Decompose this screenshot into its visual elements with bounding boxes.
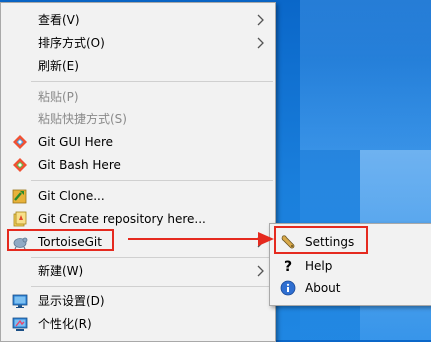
display-settings-icon xyxy=(12,294,28,308)
menu-item-label: TortoiseGit xyxy=(38,235,102,249)
submenu-item-label: Help xyxy=(305,259,333,273)
chevron-right-icon xyxy=(257,14,264,26)
menu-item-paste-shortcut[interactable]: 粘贴快捷方式(S) xyxy=(1,108,275,130)
menu-item-git-clone[interactable]: Git Clone... xyxy=(1,185,275,207)
settings-wrench-icon xyxy=(281,235,295,249)
menu-item-refresh[interactable]: 刷新(E) xyxy=(1,55,275,77)
menu-item-sort-by[interactable]: 排序方式(O) xyxy=(1,32,275,54)
menu-item-paste[interactable]: 粘贴(P) xyxy=(1,86,275,108)
menu-item-label: Git GUI Here xyxy=(38,135,114,149)
git-clone-icon xyxy=(12,189,27,204)
desktop-context-menu: 查看(V) 排序方式(O) 刷新(E) 粘贴(P) 粘贴快捷方式(S) Git … xyxy=(0,2,276,342)
git-create-repo-icon xyxy=(13,211,27,227)
menu-separator xyxy=(31,180,273,181)
desktop-light-beam xyxy=(300,60,431,150)
submenu-item-about[interactable]: About xyxy=(270,277,431,299)
menu-separator xyxy=(31,257,273,258)
menu-item-label: 排序方式(O) xyxy=(38,36,105,50)
svg-text:?: ? xyxy=(284,259,292,274)
chevron-right-icon xyxy=(257,37,264,49)
about-icon xyxy=(280,280,296,296)
submenu-item-label: Settings xyxy=(305,235,355,249)
submenu-item-help[interactable]: ? Help xyxy=(270,255,431,277)
menu-item-label: 查看(V) xyxy=(38,13,80,27)
menu-separator xyxy=(31,286,273,287)
menu-separator xyxy=(31,81,273,82)
menu-item-label: Git Create repository here... xyxy=(38,212,206,226)
git-gui-icon xyxy=(13,135,27,149)
menu-item-label: Git Bash Here xyxy=(38,158,121,172)
menu-item-display-settings[interactable]: 显示设置(D) xyxy=(1,290,275,312)
menu-item-view[interactable]: 查看(V) xyxy=(1,9,275,31)
help-icon: ? xyxy=(284,259,292,274)
menu-item-tortoisegit[interactable]: TortoiseGit xyxy=(1,231,275,253)
git-bash-icon xyxy=(13,158,27,172)
menu-item-label: 显示设置(D) xyxy=(38,294,105,308)
submenu-item-label: About xyxy=(305,281,341,295)
menu-item-git-bash-here[interactable]: Git Bash Here xyxy=(1,154,275,176)
menu-item-label: 刷新(E) xyxy=(38,59,79,73)
menu-item-label: 新建(W) xyxy=(38,264,84,278)
tortoisegit-icon xyxy=(13,237,28,250)
menu-item-label: 个性化(R) xyxy=(38,317,92,331)
menu-item-personalize[interactable]: 个性化(R) xyxy=(1,313,275,335)
menu-item-label: 粘贴(P) xyxy=(38,90,79,104)
submenu-item-settings[interactable]: Settings xyxy=(270,231,431,253)
menu-item-label: Git Clone... xyxy=(38,189,105,203)
tortoisegit-submenu: Settings ? Help About xyxy=(269,223,431,306)
personalize-icon xyxy=(12,317,28,331)
menu-item-git-create-repository[interactable]: Git Create repository here... xyxy=(1,208,275,230)
menu-item-label: 粘贴快捷方式(S) xyxy=(38,112,127,126)
chevron-right-icon xyxy=(257,236,264,248)
chevron-right-icon xyxy=(257,265,264,277)
menu-item-git-gui-here[interactable]: Git GUI Here xyxy=(1,131,275,153)
menu-item-new[interactable]: 新建(W) xyxy=(1,260,275,282)
